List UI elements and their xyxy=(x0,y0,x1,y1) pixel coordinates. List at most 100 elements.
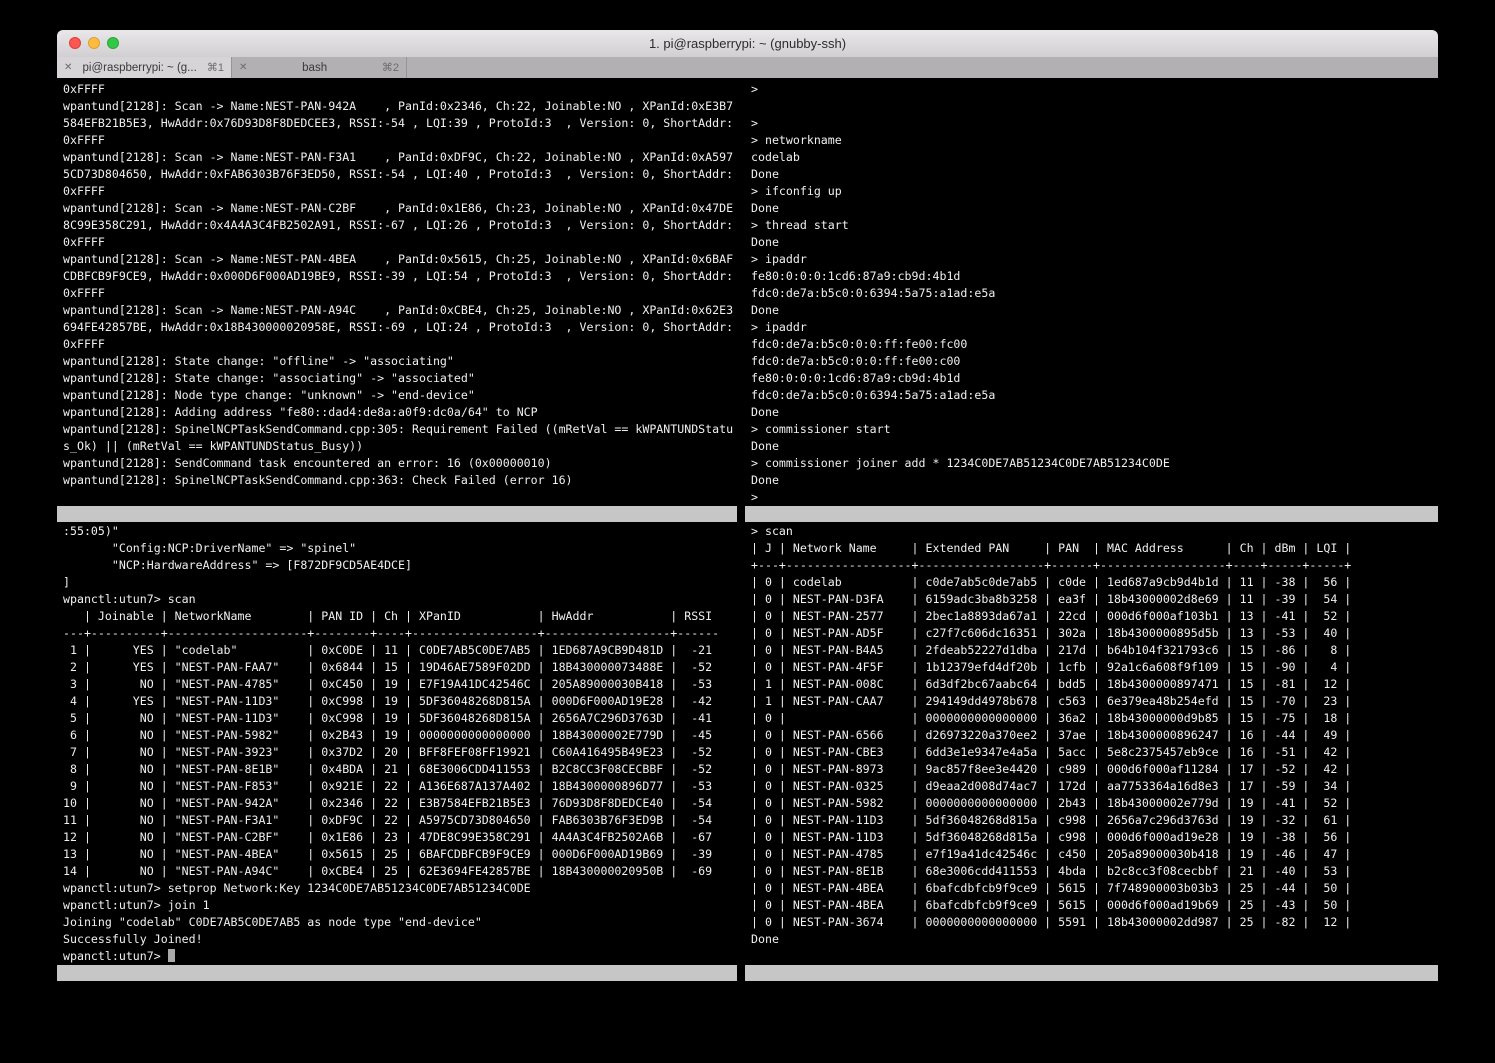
terminal-line: > commissioner joiner add * 1234C0DE7AB5… xyxy=(751,455,1437,472)
terminal-line: 0xFFFF xyxy=(63,285,737,302)
terminal-line: | 0 | NEST-PAN-5982 | 0000000000000000 |… xyxy=(751,795,1437,812)
terminal-line: 0xFFFF xyxy=(63,132,737,149)
ftd-commissioner-lines: > >> networknamecodelabDone> ifconfig up… xyxy=(751,81,1437,506)
terminal-line: wpantund[2128]: State change: "offline" … xyxy=(63,353,737,370)
terminal-line: | 0 | NEST-PAN-3674 | 0000000000000000 |… xyxy=(751,914,1437,931)
close-tab-icon[interactable]: ✕ xyxy=(239,62,247,73)
tab-bash[interactable]: ✕ bash ⌘2 xyxy=(232,57,407,78)
terminal-line: > xyxy=(751,489,1437,506)
terminal-line: Done xyxy=(751,234,1437,251)
terminal-line: Done xyxy=(751,166,1437,183)
tab-bar-filler xyxy=(407,57,1438,78)
terminal-line: 2 | YES | "NEST-PAN-FAA7" | 0x6844 | 15 … xyxy=(63,659,737,676)
terminal-line: | 0 | NEST-PAN-11D3 | 5df36048268d815a |… xyxy=(751,829,1437,846)
pane-status-ncp-joiner: 1 NCP Joiner xyxy=(57,965,737,981)
terminal-line: wpantund[2128]: Scan -> Name:NEST-PAN-A9… xyxy=(63,302,737,319)
terminal-line: > xyxy=(751,115,1437,132)
terminal-line: wpantund[2128]: SpinelNCPTaskSendCommand… xyxy=(63,472,737,489)
terminal-line: | 0 | | 0000000000000000 | 36a2 | 18b430… xyxy=(751,710,1437,727)
terminal-line: Done xyxy=(751,438,1437,455)
terminal-line: wpanctl:utun7> setprop Network:Key 1234C… xyxy=(63,880,737,897)
window-titlebar[interactable]: 1. pi@raspberrypi: ~ (gnubby-ssh) xyxy=(57,30,1438,58)
wpantund-log-lines: 0xFFFFwpantund[2128]: Scan -> Name:NEST-… xyxy=(63,81,737,489)
terminal-window: 1. pi@raspberrypi: ~ (gnubby-ssh) ✕ pi@r… xyxy=(57,30,1438,1056)
terminal-line: 0xFFFF xyxy=(63,183,737,200)
terminal-line: | 0 | NEST-PAN-11D3 | 5df36048268d815a |… xyxy=(751,812,1437,829)
terminal-line: fdc0:de7a:b5c0:0:6394:5a75:a1ad:e5a xyxy=(751,387,1437,404)
tab-shortcut: ⌘2 xyxy=(382,61,399,74)
terminal-line: fdc0:de7a:b5c0:0:6394:5a75:a1ad:e5a xyxy=(751,285,1437,302)
ftd-joiner-lines: > scan| J | Network Name | Extended PAN … xyxy=(751,523,1437,948)
prompt-line: wpanctl:utun7> xyxy=(63,948,737,965)
terminal-line: 8C99E358C291, HwAddr:0x4A4A3C4FB2502A91,… xyxy=(63,217,737,234)
tab-label: bash xyxy=(252,62,376,74)
terminal-line: "Config:NCP:DriverName" => "spinel" xyxy=(63,540,737,557)
terminal-line: | 0 | codelab | c0de7ab5c0de7ab5 | c0de … xyxy=(751,574,1437,591)
terminal-line: > scan xyxy=(751,523,1437,540)
terminal-line: 13 | NO | "NEST-PAN-4BEA" | 0x5615 | 25 … xyxy=(63,846,737,863)
terminal-line: 9 | NO | "NEST-PAN-F853" | 0x921E | 22 |… xyxy=(63,778,737,795)
terminal-line: "NCP:HardwareAddress" => [F872DF9CD5AE4D… xyxy=(63,557,737,574)
tab-label: pi@raspberrypi: ~ (g... xyxy=(77,62,201,74)
terminal-line: | 0 | NEST-PAN-4F5F | 1b12379efd4df20b |… xyxy=(751,659,1437,676)
terminal-line: wpantund[2128]: Node type change: "unkno… xyxy=(63,387,737,404)
terminal-line: +---+------------------+----------------… xyxy=(751,557,1437,574)
pane-status-ftd-commissioner: 3 FTD Commissioner xyxy=(745,506,1438,522)
terminal-line: > networkname xyxy=(751,132,1437,149)
terminal-line: > ipaddr xyxy=(751,251,1437,268)
terminal-line: | 0 | NEST-PAN-8973 | 9ac857f8ee3e4420 |… xyxy=(751,761,1437,778)
terminal-line: Done xyxy=(751,302,1437,319)
terminal-line: wpantund[2128]: State change: "associati… xyxy=(63,370,737,387)
terminal-line: | Joinable | NetworkName | PAN ID | Ch |… xyxy=(63,608,737,625)
window-title: 1. pi@raspberrypi: ~ (gnubby-ssh) xyxy=(57,30,1438,57)
tmux-session: 0xFFFFwpantund[2128]: Scan -> Name:NEST-… xyxy=(57,78,1438,1056)
terminal-line: CDBFCB9F9CE9, HwAddr:0x000D6F000AD19BE9,… xyxy=(63,268,737,285)
terminal-line: | 0 | NEST-PAN-4785 | e7f19a41dc42546c |… xyxy=(751,846,1437,863)
terminal-line: 12 | NO | "NEST-PAN-C2BF" | 0x1E86 | 23 … xyxy=(63,829,737,846)
terminal-line: Successfully Joined! xyxy=(63,931,737,948)
terminal-line: Done xyxy=(751,200,1437,217)
terminal-line: fdc0:de7a:b5c0:0:0:ff:fe00:fc00 xyxy=(751,336,1437,353)
ncp-joiner-lines: :55:05)" "Config:NCP:DriverName" => "spi… xyxy=(63,523,737,948)
tab-bar: ✕ pi@raspberrypi: ~ (g... ⌘1 ✕ bash ⌘2 xyxy=(57,57,1438,79)
terminal-line: 584EFB21B5E3, HwAddr:0x76D93D8F8DEDCEE3,… xyxy=(63,115,737,132)
terminal-line: 5CD73D804650, HwAddr:0xFAB6303B76F3ED50,… xyxy=(63,166,737,183)
terminal-line: ---+----------+--------------------+----… xyxy=(63,625,737,642)
tab-ssh-session[interactable]: ✕ pi@raspberrypi: ~ (g... ⌘1 xyxy=(57,57,232,78)
terminal-line: | 0 | NEST-PAN-6566 | d26973220a370ee2 |… xyxy=(751,727,1437,744)
terminal-line: 8 | NO | "NEST-PAN-8E1B" | 0x4BDA | 21 |… xyxy=(63,761,737,778)
terminal-line: wpantund[2128]: SendCommand task encount… xyxy=(63,455,737,472)
terminal-line: wpantund[2128]: Adding address "fe80::da… xyxy=(63,404,737,421)
terminal-line: 6 | NO | "NEST-PAN-5982" | 0x2B43 | 19 |… xyxy=(63,727,737,744)
close-tab-icon[interactable]: ✕ xyxy=(64,62,72,73)
terminal-line: ] xyxy=(63,574,737,591)
terminal-line xyxy=(751,98,1437,115)
terminal-line: wpantund[2128]: Scan -> Name:NEST-PAN-C2… xyxy=(63,200,737,217)
terminal-line: 11 | NO | "NEST-PAN-F3A1" | 0xDF9C | 22 … xyxy=(63,812,737,829)
pane-ftd-commissioner[interactable]: > >> networknamecodelabDone> ifconfig up… xyxy=(751,81,1437,506)
terminal-line: > ifconfig up xyxy=(751,183,1437,200)
terminal-line: 4 | YES | "NEST-PAN-11D3" | 0xC998 | 19 … xyxy=(63,693,737,710)
terminal-line: s_Ok) || (mRetVal == kWPANTUNDStatus_Bus… xyxy=(63,438,737,455)
terminal-line: wpantund[2128]: Scan -> Name:NEST-PAN-4B… xyxy=(63,251,737,268)
terminal-line: 7 | NO | "NEST-PAN-3923" | 0x37D2 | 20 |… xyxy=(63,744,737,761)
tab-shortcut: ⌘1 xyxy=(207,61,224,74)
terminal-line: wpanctl:utun7> join 1 xyxy=(63,897,737,914)
terminal-line: codelab xyxy=(751,149,1437,166)
terminal-line: 694FE42857BE, HwAddr:0x18B430000020958E,… xyxy=(63,319,737,336)
terminal-line: | 0 | NEST-PAN-CBE3 | 6dd3e1e9347e4a5a |… xyxy=(751,744,1437,761)
terminal-line: 10 | NO | "NEST-PAN-942A" | 0x2346 | 22 … xyxy=(63,795,737,812)
terminal-line: | 0 | NEST-PAN-4BEA | 6bafcdbfcb9f9ce9 |… xyxy=(751,897,1437,914)
pane-ftd-joiner[interactable]: > scan| J | Network Name | Extended PAN … xyxy=(751,523,1437,965)
pane-ncp-joiner[interactable]: :55:05)" "Config:NCP:DriverName" => "spi… xyxy=(63,523,737,965)
terminal-line: | 0 | NEST-PAN-2577 | 2bec1a8893da67a1 |… xyxy=(751,608,1437,625)
terminal-line: | 1 | NEST-PAN-008C | 6d3df2bc67aabc64 |… xyxy=(751,676,1437,693)
terminal-line: :55:05)" xyxy=(63,523,737,540)
terminal-line: Joining "codelab" C0DE7AB5C0DE7AB5 as no… xyxy=(63,914,737,931)
terminal-line: 0xFFFF xyxy=(63,336,737,353)
terminal-line: 14 | NO | "NEST-PAN-A94C" | 0xCBE4 | 25 … xyxy=(63,863,737,880)
terminal-line: fe80:0:0:0:1cd6:87a9:cb9d:4b1d xyxy=(751,268,1437,285)
terminal-line: | 0 | NEST-PAN-4BEA | 6bafcdbfcb9f9ce9 |… xyxy=(751,880,1437,897)
pane-wpantund[interactable]: 0xFFFFwpantund[2128]: Scan -> Name:NEST-… xyxy=(63,81,737,506)
wpanctl-prompt: wpanctl:utun7> xyxy=(63,949,168,963)
